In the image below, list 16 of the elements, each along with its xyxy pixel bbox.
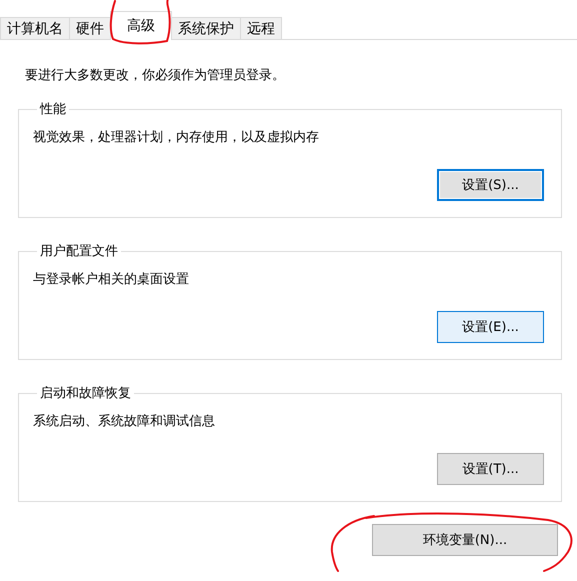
settings-button[interactable]: 设置(S)...	[437, 169, 544, 201]
settings-button[interactable]: 设置(T)...	[437, 453, 544, 485]
tab[interactable]: 硬件	[69, 17, 111, 39]
settings-button[interactable]: 设置(E)...	[437, 311, 544, 343]
admin-notice: 要进行大多数更改，你必须作为管理员登录。	[25, 67, 286, 84]
environment-variables-button[interactable]: 环境变量(N)...	[372, 524, 558, 556]
group-title: 用户配置文件	[39, 243, 119, 260]
group-description: 与登录帐户相关的桌面设置	[33, 271, 190, 288]
tab[interactable]: 远程	[240, 17, 282, 39]
group-description: 系统启动、系统故障和调试信息	[33, 413, 216, 430]
group-title: 性能	[38, 101, 67, 118]
tab[interactable]: 计算机名	[0, 17, 70, 39]
group-description: 视觉效果，处理器计划，内存使用，以及虚拟内存	[33, 129, 320, 146]
tab[interactable]: 系统保护	[171, 17, 241, 39]
tab[interactable]: 高级	[110, 11, 172, 40]
group-title: 启动和故障恢复	[39, 385, 132, 402]
